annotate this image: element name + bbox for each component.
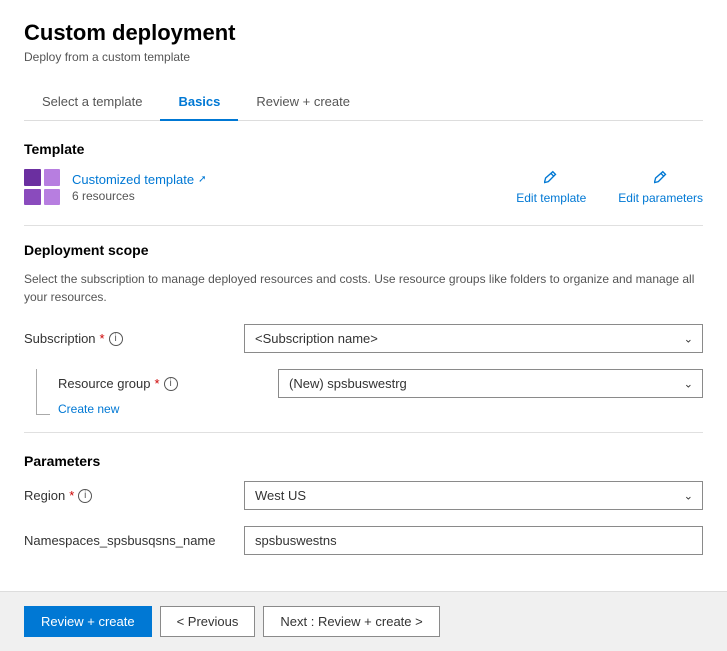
- subscription-select[interactable]: <Subscription name>: [244, 324, 703, 353]
- template-resources: 6 resources: [72, 189, 207, 203]
- next-button[interactable]: Next : Review + create >: [263, 606, 439, 637]
- template-link[interactable]: Customized template ➚: [72, 172, 207, 187]
- review-create-button[interactable]: Review + create: [24, 606, 152, 637]
- icon-square-1: [24, 169, 41, 186]
- template-section-title: Template: [24, 141, 703, 157]
- subscription-info-icon[interactable]: i: [109, 332, 123, 346]
- external-link-icon: ➚: [198, 174, 206, 185]
- edit-template-icon: [542, 169, 560, 187]
- footer: Review + create < Previous Next : Review…: [0, 591, 727, 651]
- parameters-section: Parameters Region * i West US ⌄ Namespac…: [24, 453, 703, 555]
- deployment-scope-title: Deployment scope: [24, 242, 703, 258]
- namespace-label: Namespaces_spsbusqsns_name: [24, 533, 244, 548]
- indent-line: [36, 369, 50, 415]
- edit-template-button[interactable]: Edit template: [516, 169, 586, 205]
- template-text: Customized template ➚ 6 resources: [72, 172, 207, 203]
- region-label: Region * i: [24, 488, 244, 503]
- section-divider: [24, 225, 703, 226]
- resource-group-select[interactable]: (New) spsbuswestrg: [278, 369, 703, 398]
- region-info-icon[interactable]: i: [78, 489, 92, 503]
- previous-button[interactable]: < Previous: [160, 606, 256, 637]
- resource-group-content: Resource group * i (New) spsbuswestrg ⌄ …: [58, 369, 703, 416]
- page-subtitle: Deploy from a custom template: [24, 50, 703, 64]
- resource-group-info-icon[interactable]: i: [164, 377, 178, 391]
- namespace-control: [244, 526, 703, 555]
- template-row: Customized template ➚ 6 resources Edit t…: [24, 169, 703, 205]
- region-row: Region * i West US ⌄: [24, 481, 703, 510]
- page-title: Custom deployment: [24, 20, 703, 46]
- create-new-link[interactable]: Create new: [58, 402, 703, 416]
- template-info: Customized template ➚ 6 resources: [24, 169, 207, 205]
- region-control: West US ⌄: [244, 481, 703, 510]
- namespace-input[interactable]: [244, 526, 703, 555]
- icon-square-2: [44, 169, 61, 186]
- region-required: *: [69, 488, 74, 503]
- resource-group-control: (New) spsbuswestrg ⌄: [278, 369, 703, 398]
- icon-square-3: [24, 189, 41, 206]
- subscription-control: <Subscription name> ⌄: [244, 324, 703, 353]
- tab-review-create[interactable]: Review + create: [238, 84, 368, 121]
- edit-parameters-button[interactable]: Edit parameters: [618, 169, 703, 205]
- resource-group-required: *: [155, 376, 160, 391]
- resource-group-label-row: Resource group * i (New) spsbuswestrg ⌄: [58, 369, 703, 398]
- tab-select-template[interactable]: Select a template: [24, 84, 160, 121]
- scope-description: Select the subscription to manage deploy…: [24, 270, 703, 306]
- parameters-title: Parameters: [24, 453, 703, 469]
- parameters-divider: [24, 432, 703, 433]
- tab-basics[interactable]: Basics: [160, 84, 238, 121]
- tabs-nav: Select a template Basics Review + create: [24, 84, 703, 121]
- resource-group-label: Resource group * i: [58, 376, 278, 391]
- subscription-required: *: [100, 331, 105, 346]
- template-icon: [24, 169, 60, 205]
- template-actions: Edit template Edit parameters: [516, 169, 703, 205]
- subscription-row: Subscription * i <Subscription name> ⌄: [24, 324, 703, 353]
- region-select[interactable]: West US: [244, 481, 703, 510]
- edit-parameters-icon: [652, 169, 670, 187]
- subscription-label: Subscription * i: [24, 331, 244, 346]
- resource-group-row: Resource group * i (New) spsbuswestrg ⌄ …: [24, 369, 703, 416]
- icon-square-4: [44, 189, 61, 206]
- namespace-row: Namespaces_spsbusqsns_name: [24, 526, 703, 555]
